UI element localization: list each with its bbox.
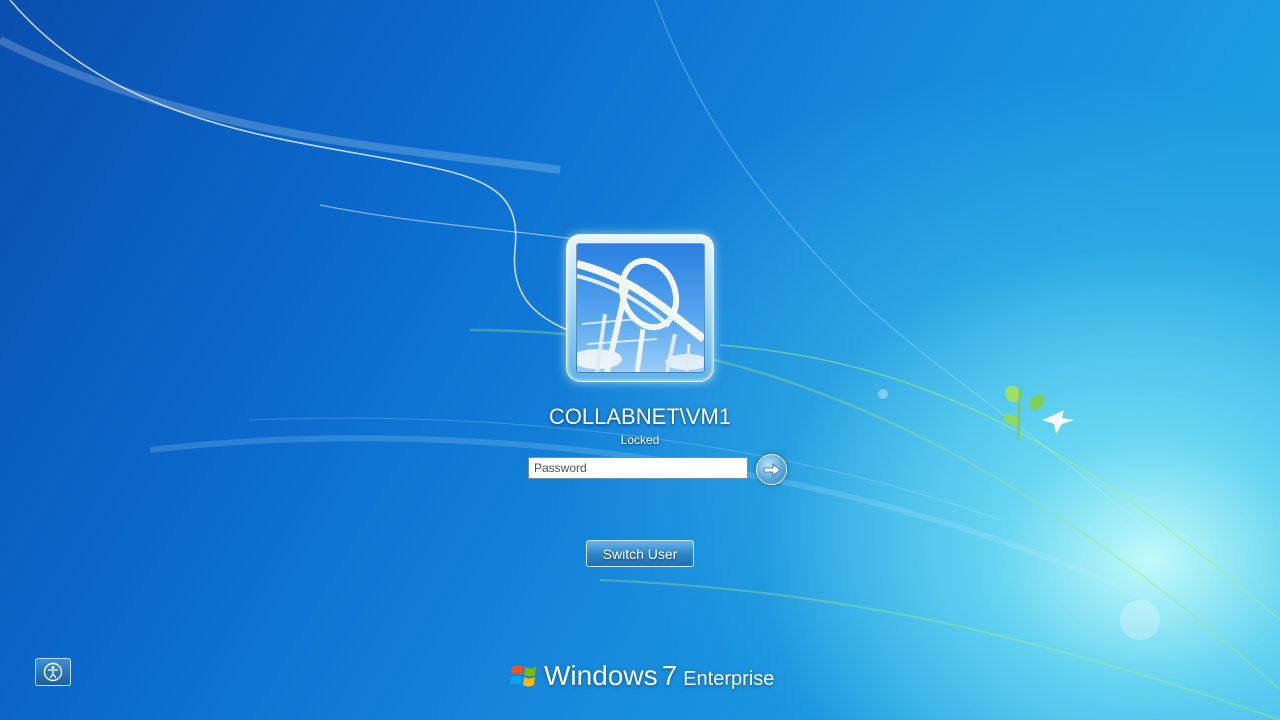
- windows-flag-logo: [510, 665, 536, 687]
- bird-decoration: [1042, 410, 1074, 434]
- windows-branding: Windows 7 Enterprise: [510, 656, 774, 696]
- switch-user-button[interactable]: Switch User: [586, 540, 694, 567]
- windows-edition: Enterprise: [683, 667, 775, 690]
- windows-version: 7: [661, 660, 678, 691]
- lock-screen: COLLABNET\VM1 Locked Switch User Windows…: [0, 0, 1280, 720]
- right-arrow-icon: [763, 462, 781, 477]
- ease-of-access-button[interactable]: [35, 658, 71, 686]
- password-input[interactable]: [528, 457, 748, 479]
- submit-button[interactable]: [756, 454, 787, 485]
- ease-of-access-icon: [43, 662, 63, 682]
- user-name: COLLABNET\VM1: [548, 404, 732, 429]
- windows-wordmark: Windows: [544, 660, 658, 691]
- roller-coaster-image: [577, 244, 704, 372]
- user-picture: [576, 243, 705, 373]
- user-status: Locked: [620, 433, 660, 447]
- user-tile: [566, 234, 714, 382]
- leaf-decoration: [1003, 385, 1045, 441]
